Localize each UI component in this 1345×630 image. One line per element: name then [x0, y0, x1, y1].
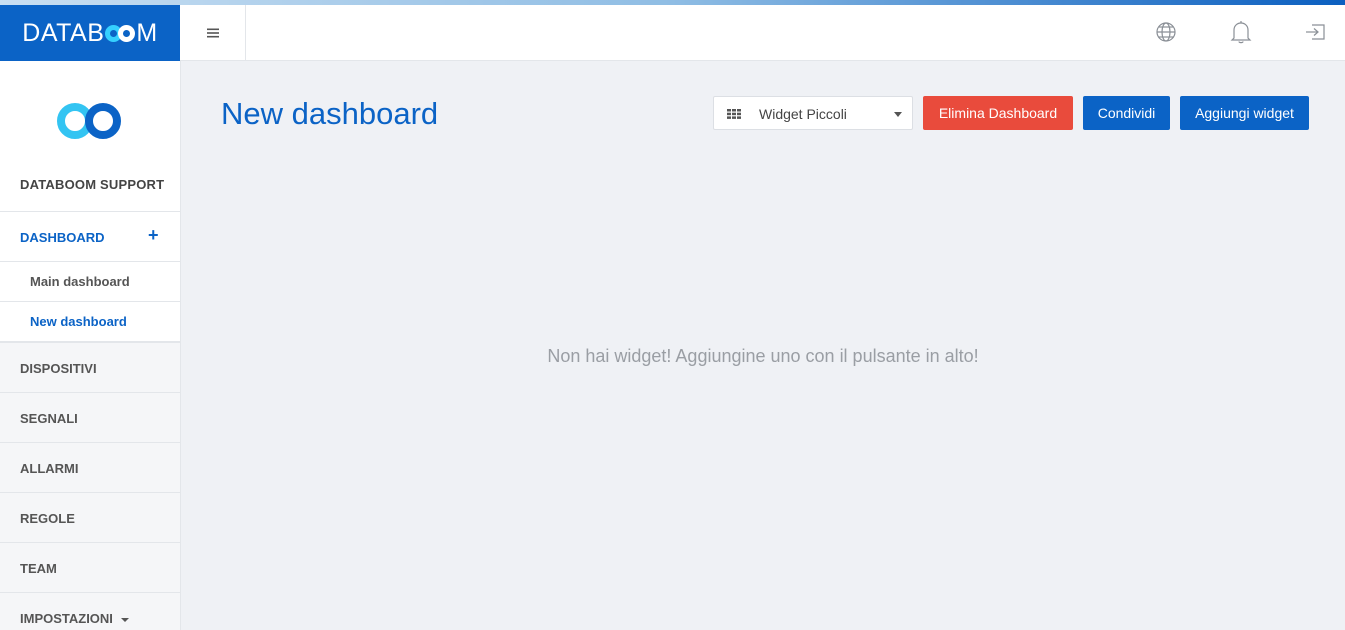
- notifications-button[interactable]: [1228, 19, 1254, 45]
- language-button[interactable]: [1153, 19, 1179, 45]
- globe-icon: [1156, 22, 1176, 42]
- sidebar-subitem-label: New dashboard: [30, 314, 127, 329]
- logo-prefix: DATAB: [22, 18, 105, 47]
- sidebar-item-label: DISPOSITIVI: [20, 361, 97, 376]
- sidebar-item-label: ALLARMI: [20, 461, 79, 476]
- chevron-down-icon: [120, 617, 129, 622]
- sidebar-item-dispositivi[interactable]: DISPOSITIVI: [0, 342, 180, 392]
- widget-size-select[interactable]: Widget Piccoli: [713, 96, 913, 130]
- menu-toggle-button[interactable]: [180, 5, 246, 61]
- sidebar-item-dashboard[interactable]: DASHBOARD +: [0, 212, 180, 262]
- sidebar-item-regole[interactable]: REGOLE: [0, 492, 180, 542]
- hamburger-icon: [206, 28, 219, 38]
- sidebar: DATABOOM SUPPORT DASHBOARD + Main dashbo…: [0, 61, 181, 630]
- delete-dashboard-button[interactable]: Elimina Dashboard: [923, 96, 1073, 130]
- sidebar-subitem-new-dashboard[interactable]: New dashboard: [0, 302, 180, 342]
- sidebar-item-impostazioni[interactable]: IMPOSTAZIONI: [0, 592, 180, 630]
- user-profile: DATABOOM SUPPORT: [0, 61, 180, 212]
- logo-suffix: M: [136, 18, 158, 47]
- sidebar-item-team[interactable]: TEAM: [0, 542, 180, 592]
- logo-rings-icon: [105, 24, 136, 42]
- bell-icon: [1230, 21, 1252, 44]
- sidebar-item-allarmi[interactable]: ALLARMI: [0, 442, 180, 492]
- user-name[interactable]: DATABOOM SUPPORT: [20, 177, 164, 192]
- sidebar-item-label: DASHBOARD: [20, 230, 105, 245]
- logout-button[interactable]: [1302, 19, 1328, 45]
- empty-state-message: Non hai widget! Aggiungine uno con il pu…: [547, 346, 979, 366]
- add-dashboard-icon[interactable]: +: [148, 225, 159, 246]
- sidebar-item-label: IMPOSTAZIONI: [20, 611, 129, 626]
- sidebar-item-label: SEGNALI: [20, 411, 78, 426]
- page-title: New dashboard: [221, 96, 439, 131]
- sidebar-item-label: REGOLE: [20, 511, 75, 526]
- logo-text: DATAB M: [22, 19, 157, 48]
- chevron-down-icon: [894, 112, 902, 117]
- top-bar: DATAB M: [0, 5, 1345, 61]
- share-button[interactable]: Condividi: [1083, 96, 1170, 130]
- sidebar-item-label: TEAM: [20, 561, 57, 576]
- logout-icon: [1306, 24, 1325, 40]
- impostazioni-text: IMPOSTAZIONI: [20, 611, 113, 626]
- user-avatar[interactable]: [57, 103, 123, 139]
- brand-logo[interactable]: DATAB M: [0, 5, 180, 61]
- sidebar-item-segnali[interactable]: SEGNALI: [0, 392, 180, 442]
- add-widget-button[interactable]: Aggiungi widget: [1180, 96, 1309, 130]
- sidebar-subitem-label: Main dashboard: [30, 274, 130, 289]
- sidebar-subitem-main-dashboard[interactable]: Main dashboard: [0, 262, 180, 302]
- grid-icon: [727, 109, 741, 119]
- select-value: Widget Piccoli: [759, 106, 847, 122]
